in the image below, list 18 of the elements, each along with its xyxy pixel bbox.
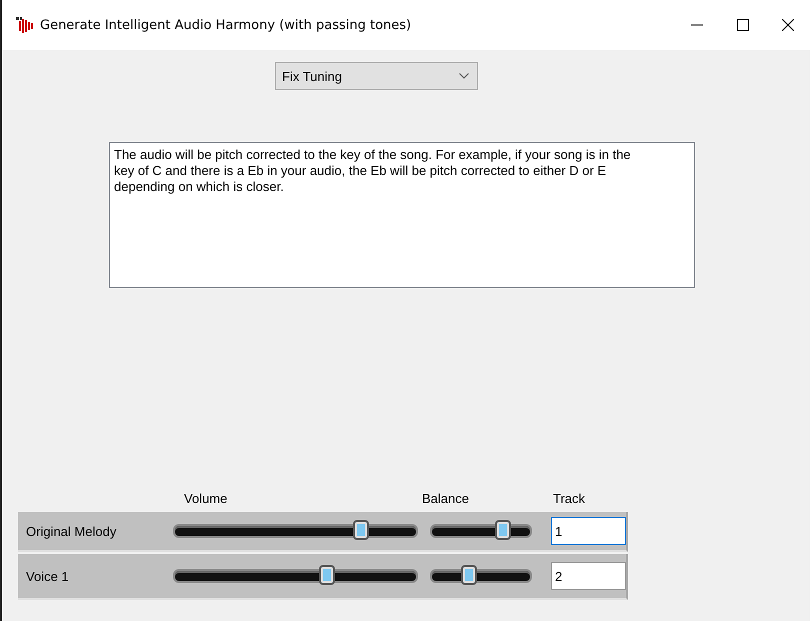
channel-name: Original Melody xyxy=(25,524,118,538)
window-title: Generate Intelligent Audio Harmony (with passing tones) xyxy=(40,18,412,32)
chevron-icon xyxy=(459,73,469,79)
column-header: Balance xyxy=(422,491,469,506)
mode-dropdown[interactable]: Fix Tuning xyxy=(275,62,478,90)
slider-thumb[interactable] xyxy=(461,565,478,585)
track-field[interactable]: 1 xyxy=(551,517,626,545)
channel-name: Voice 1 xyxy=(25,568,70,584)
slider-thumb[interactable] xyxy=(352,520,369,540)
column-header: Track xyxy=(553,491,586,506)
slider-thumb[interactable] xyxy=(318,565,335,585)
column-header: Volume xyxy=(184,491,228,506)
waveform-icon xyxy=(16,17,34,33)
slider-thumb[interactable] xyxy=(494,520,511,540)
track-field[interactable]: 2 xyxy=(551,562,626,590)
maximize-icon xyxy=(737,19,749,31)
close-icon xyxy=(782,19,794,31)
description-text-area: The audio will be pitch corrected to the key of the song. For example, if your song is in the key of C and there is a Eb in your audio, the Eb will be pitch corrected to either D or E depending on which is closer. xyxy=(109,142,695,288)
